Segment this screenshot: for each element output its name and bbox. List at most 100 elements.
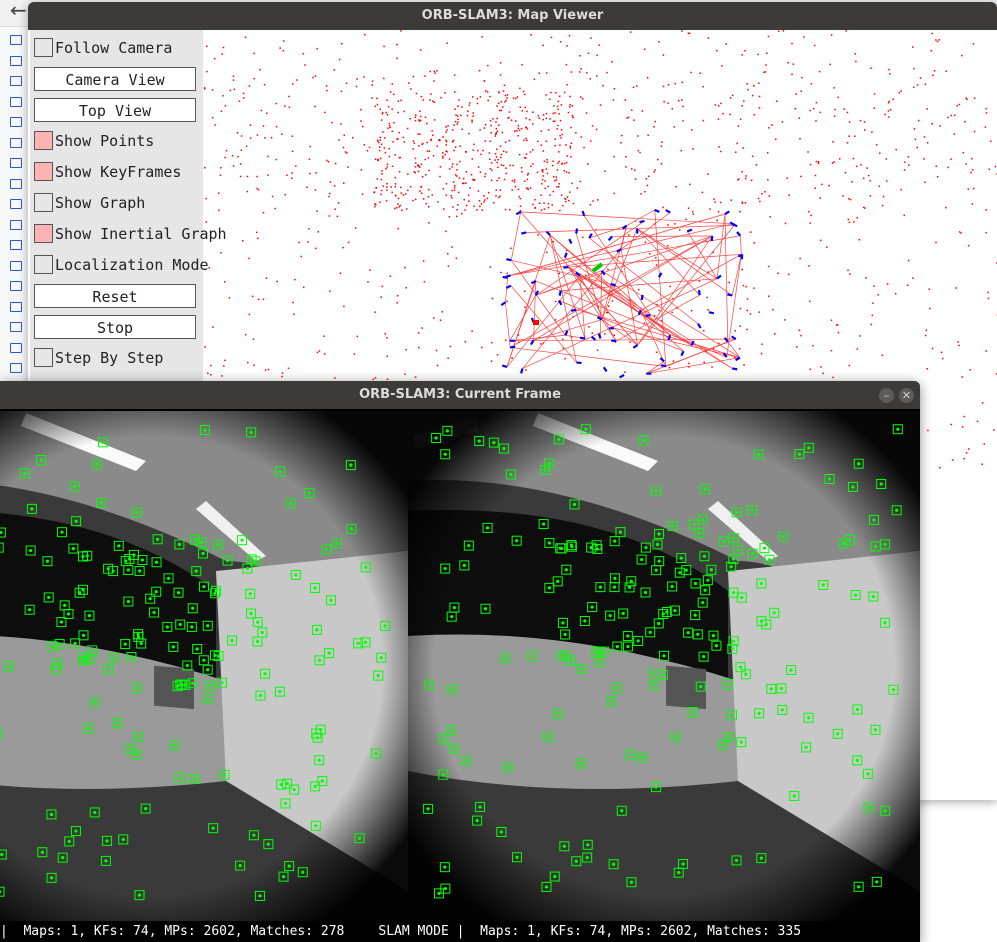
folder-icon[interactable] bbox=[10, 342, 22, 353]
folder-icon[interactable] bbox=[10, 55, 22, 66]
follow-camera-checkbox[interactable]: Follow Camera bbox=[34, 36, 172, 60]
step-by-step-checkbox[interactable]: Step By Step bbox=[34, 346, 163, 370]
map-point bbox=[367, 281, 369, 283]
map-point bbox=[803, 36, 805, 38]
checkbox-box[interactable] bbox=[34, 162, 53, 181]
map-point bbox=[755, 164, 758, 166]
map-point bbox=[799, 257, 801, 260]
map-point bbox=[845, 30, 848, 32]
folder-icon[interactable] bbox=[10, 260, 22, 271]
map-point bbox=[918, 119, 920, 122]
checkbox-box[interactable] bbox=[34, 255, 53, 274]
checkbox-box[interactable] bbox=[34, 38, 53, 57]
map-point bbox=[293, 313, 295, 316]
folder-icon[interactable] bbox=[10, 178, 22, 189]
folder-icon[interactable] bbox=[10, 158, 22, 168]
top-view-button[interactable]: Top View bbox=[34, 98, 196, 122]
show-points-checkbox[interactable]: Show Points bbox=[34, 129, 154, 153]
folder-icon[interactable] bbox=[10, 96, 22, 107]
map-point bbox=[494, 135, 497, 137]
camera-view-button[interactable]: Camera View bbox=[34, 67, 196, 91]
map-point bbox=[940, 351, 943, 354]
folder-icon[interactable] bbox=[10, 363, 22, 373]
folder-icon[interactable] bbox=[10, 76, 22, 86]
folder-icon[interactable] bbox=[10, 281, 22, 291]
map-point bbox=[559, 41, 562, 43]
map-point bbox=[833, 161, 835, 163]
localization-mode-checkbox[interactable]: Localization Mode bbox=[34, 253, 209, 277]
map-point bbox=[669, 285, 671, 288]
map-point bbox=[451, 166, 453, 168]
map-point bbox=[763, 71, 765, 74]
map-point bbox=[379, 136, 382, 139]
map-point bbox=[565, 63, 568, 66]
folder-icon[interactable] bbox=[10, 219, 22, 230]
map-point bbox=[590, 37, 592, 39]
map-point bbox=[422, 99, 425, 101]
map-point bbox=[506, 97, 508, 99]
map-point bbox=[386, 99, 388, 101]
map-point bbox=[473, 205, 475, 208]
map-point bbox=[924, 334, 927, 337]
folder-icon[interactable] bbox=[10, 322, 22, 332]
status-bar: | Maps: 1, KFs: 74, MPs: 2602, Matches: … bbox=[0, 922, 920, 942]
map-viewer-titlebar[interactable]: ORB-SLAM3: Map Viewer bbox=[28, 2, 997, 30]
current-frame-titlebar[interactable]: ORB-SLAM3: Current Frame bbox=[0, 381, 920, 409]
map-point bbox=[500, 100, 503, 103]
map-point bbox=[396, 302, 398, 304]
map-point bbox=[753, 114, 756, 116]
map-point bbox=[812, 107, 815, 110]
show-keyframes-checkbox[interactable]: Show KeyFrames bbox=[34, 160, 181, 184]
map-point bbox=[677, 100, 680, 102]
folder-icon[interactable] bbox=[10, 240, 22, 250]
map-point bbox=[240, 135, 243, 137]
map-point bbox=[338, 58, 341, 61]
folder-icon[interactable] bbox=[10, 117, 22, 127]
minimize-icon[interactable]: – bbox=[879, 388, 894, 403]
map-point bbox=[499, 156, 502, 159]
map-point bbox=[520, 167, 523, 169]
checkbox-box[interactable] bbox=[34, 348, 53, 367]
map-point bbox=[421, 176, 424, 178]
show-inertial-graph-checkbox[interactable]: Show Inertial Graph bbox=[34, 222, 227, 246]
map-point bbox=[412, 148, 414, 150]
map-point bbox=[461, 182, 464, 185]
inertial-graph bbox=[505, 209, 742, 374]
checkbox-box[interactable] bbox=[34, 224, 53, 243]
map-point bbox=[259, 68, 261, 71]
map-point bbox=[523, 139, 525, 142]
map-point bbox=[541, 183, 543, 185]
checkbox-box[interactable] bbox=[34, 131, 53, 150]
map-point bbox=[397, 227, 400, 230]
keyframe bbox=[723, 337, 729, 343]
map-point bbox=[613, 192, 616, 195]
folder-icon[interactable] bbox=[10, 137, 22, 148]
map-point bbox=[854, 52, 856, 55]
map-point bbox=[426, 141, 428, 144]
folder-icon[interactable] bbox=[10, 35, 22, 45]
map-point bbox=[592, 200, 594, 202]
map-point bbox=[560, 137, 562, 139]
map-point bbox=[445, 139, 447, 142]
folder-icon[interactable] bbox=[10, 301, 22, 312]
map-point bbox=[417, 133, 419, 135]
map-point bbox=[368, 146, 371, 149]
map-point bbox=[935, 39, 937, 41]
stop-button[interactable]: Stop bbox=[34, 315, 196, 339]
map-point bbox=[467, 110, 469, 112]
checkbox-box[interactable] bbox=[34, 193, 53, 212]
show-graph-checkbox[interactable]: Show Graph bbox=[34, 191, 145, 215]
arrow-left-icon[interactable]: ← bbox=[10, 0, 27, 22]
map-point bbox=[809, 300, 811, 303]
map-point bbox=[809, 222, 812, 224]
map-point bbox=[487, 99, 489, 102]
map-point bbox=[799, 137, 801, 140]
map-point bbox=[396, 57, 398, 60]
reset-button[interactable]: Reset bbox=[34, 284, 196, 308]
map-point bbox=[253, 77, 255, 80]
map-point bbox=[596, 349, 599, 352]
close-icon[interactable]: ✕ bbox=[899, 388, 914, 403]
map-point bbox=[345, 82, 348, 85]
folder-icon[interactable] bbox=[10, 199, 22, 209]
graph-edge bbox=[558, 300, 684, 352]
